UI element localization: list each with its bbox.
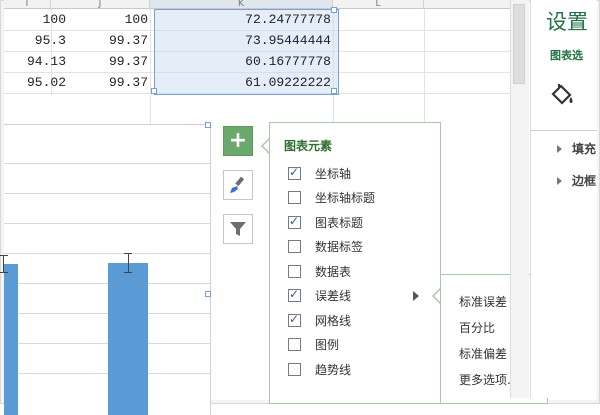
chart-bar[interactable] [4,264,18,415]
option-label: 趋势线 [315,362,352,377]
option-label: 图例 [315,338,340,353]
option-axes[interactable]: 坐标轴 [288,161,438,186]
cell-j3[interactable]: 99.37 [52,52,148,72]
checkbox[interactable] [288,362,301,376]
chart-elements-button[interactable]: + [223,126,253,156]
option-gridlines[interactable]: 网格线 [288,308,438,333]
checkbox-checked[interactable] [288,214,301,229]
option-trendline[interactable]: 趋势线 [288,357,438,382]
option-label: 坐标轴标题 [315,191,376,206]
chart-gridline [4,313,210,314]
error-bar[interactable] [3,255,4,273]
column-header-l[interactable]: L [333,0,424,9]
brush-icon [230,176,245,193]
chart-filters-button[interactable] [223,214,253,244]
error-bar-cap [0,255,8,256]
option-data-labels[interactable]: 数据标签 [288,235,438,260]
option-label: 图表标题 [315,215,364,230]
checkbox[interactable] [288,191,301,205]
chart-elements-list: 坐标轴 坐标轴标题 图表标题 数据标签 数据表 误差线 网格线 图例 趋势线 [288,161,438,382]
selection-handle[interactable] [331,7,337,13]
pane-divider [531,130,597,131]
chart-bar[interactable] [108,263,148,415]
chart-gridline [4,283,210,284]
option-label: 数据标签 [315,240,364,255]
error-bar-cap [0,272,8,273]
checkbox[interactable] [288,240,301,254]
chart-gridline [4,223,210,224]
filter-icon [230,222,246,236]
pane-subtitle-tab[interactable]: 图表选 [550,47,583,63]
expand-arrow-icon[interactable] [557,145,562,153]
checkbox-checked[interactable] [288,312,301,327]
selection-handle[interactable] [331,88,337,94]
panel-title: 图表元素 [284,139,333,153]
cell-k2[interactable]: 73.95444444 [151,31,331,51]
option-chart-title[interactable]: 图表标题 [288,210,438,235]
option-data-table[interactable]: 数据表 [288,259,438,284]
column-header-i[interactable]: I [4,0,51,9]
plus-icon: + [228,128,248,153]
chart-gridline [4,163,210,164]
embedded-chart[interactable] [0,122,211,415]
checkbox-checked[interactable] [288,165,301,180]
chart-elements-panel: 图表元素 坐标轴 坐标轴标题 图表标题 数据标签 数据表 误差线 网格线 图例 … [269,122,441,404]
submenu-expand-arrow-icon[interactable] [413,291,419,301]
option-label: 误差线 [315,289,352,304]
scrollbar-thumb[interactable] [513,4,525,84]
section-fill[interactable]: 填充 [572,140,596,157]
pane-title: 设置 [546,10,588,34]
error-bar[interactable] [128,253,129,273]
checkbox-checked[interactable] [288,287,301,303]
paint-bucket-icon[interactable] [548,81,576,113]
option-axis-titles[interactable]: 坐标轴标题 [288,186,438,211]
cell-k3[interactable]: 60.16777778 [151,52,331,72]
option-label: 坐标轴 [315,166,352,181]
error-bar-cap [124,253,132,254]
cell-j2[interactable]: 99.37 [52,31,148,51]
chart-styles-button[interactable] [223,170,253,200]
column-header-j[interactable]: J [51,0,150,9]
checkbox[interactable] [288,338,301,352]
column-header-m[interactable] [424,0,510,9]
chart-gridline [4,343,210,344]
section-border[interactable]: 边框 [572,172,596,189]
chart-gridline [4,373,210,374]
option-label: 数据表 [315,264,352,279]
column-header-k[interactable]: K [150,0,333,9]
chart-resize-handle[interactable] [205,122,211,128]
chart-gridline [4,253,210,254]
cell-k4[interactable]: 61.09222222 [151,73,331,93]
chart-gridline [4,193,210,194]
option-legend[interactable]: 图例 [288,333,438,358]
cell-j4[interactable]: 99.37 [52,73,148,93]
cell-j1[interactable]: 100 [52,10,148,30]
option-label: 网格线 [315,313,352,328]
error-bar-cap [124,272,132,273]
checkbox[interactable] [288,264,301,278]
chart-resize-handle[interactable] [205,291,211,297]
cell-k1[interactable]: 72.24777778 [151,10,331,30]
expand-arrow-icon[interactable] [557,177,562,185]
